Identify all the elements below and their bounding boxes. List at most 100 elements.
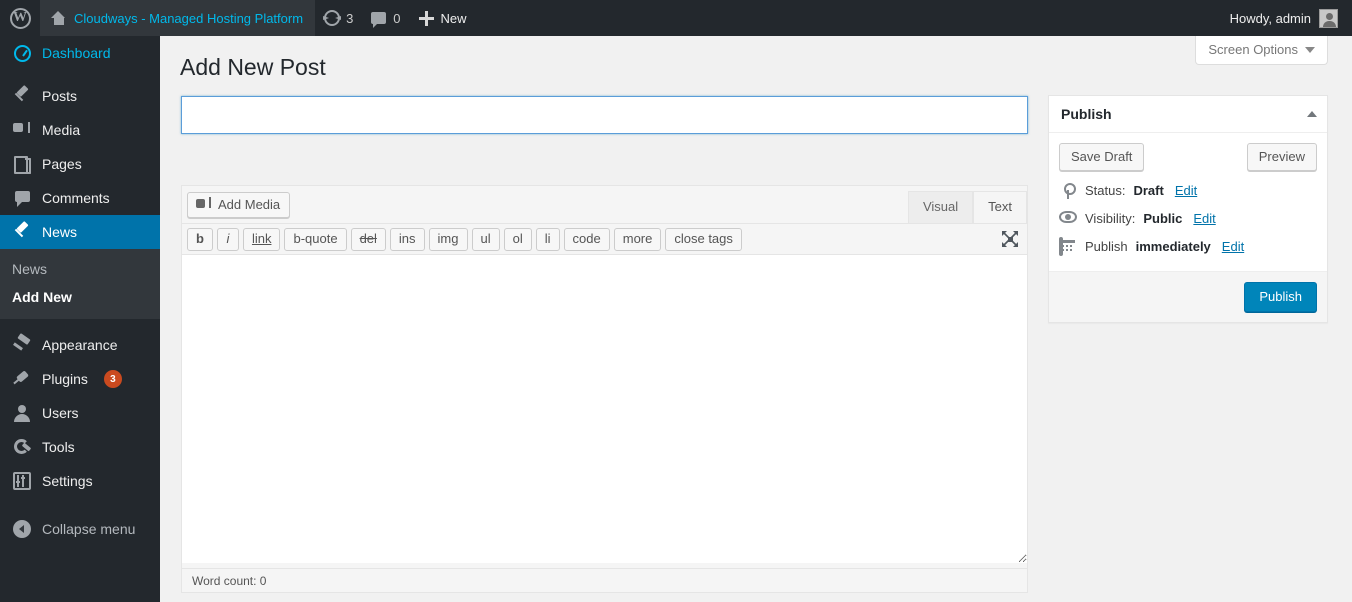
sidebar-item-plugins[interactable]: Plugins 3 bbox=[0, 362, 160, 396]
post-title-input[interactable] bbox=[181, 96, 1028, 134]
comments-button[interactable]: 0 bbox=[362, 0, 409, 36]
sidebar-item-comments[interactable]: Comments bbox=[0, 181, 160, 215]
menu-separator bbox=[0, 319, 160, 328]
account-menu[interactable]: Howdy, admin bbox=[1230, 0, 1352, 36]
tools-icon bbox=[12, 437, 32, 457]
tab-text[interactable]: Text bbox=[973, 191, 1027, 224]
sidebar-item-posts[interactable]: Posts bbox=[0, 79, 160, 113]
menu-separator bbox=[0, 70, 160, 79]
calendar-icon bbox=[1059, 238, 1077, 256]
main-content: Screen Options Add New Post Add Media Vi… bbox=[160, 36, 1352, 602]
pin-icon bbox=[12, 86, 32, 106]
collapse-menu-label: Collapse menu bbox=[42, 522, 135, 536]
quicktag-link[interactable]: link bbox=[243, 228, 281, 251]
post-title-wrap bbox=[181, 96, 1028, 134]
editor-toolbar: Add Media Visual Text bbox=[182, 186, 1027, 223]
sidebar-item-label: Settings bbox=[42, 474, 93, 488]
quicktag-italic[interactable]: i bbox=[217, 228, 239, 251]
updates-icon bbox=[324, 10, 340, 26]
sidebar-item-news[interactable]: News bbox=[0, 215, 160, 249]
add-media-button[interactable]: Add Media bbox=[187, 192, 290, 218]
editor-mode-tabs: Visual Text bbox=[908, 186, 1027, 223]
sidebar-item-label: Media bbox=[42, 123, 80, 137]
sidebar-item-label: Pages bbox=[42, 157, 82, 171]
collapse-menu-button[interactable]: Collapse menu bbox=[0, 512, 160, 546]
sidebar-item-tools[interactable]: Tools bbox=[0, 430, 160, 464]
quicktag-ul[interactable]: ul bbox=[472, 228, 500, 251]
quicktag-ol[interactable]: ol bbox=[504, 228, 532, 251]
sidebar-item-label: News bbox=[42, 225, 77, 239]
quicktag-del[interactable]: del bbox=[351, 228, 386, 251]
quicktag-close-tags[interactable]: close tags bbox=[665, 228, 742, 251]
submenu-item-news[interactable]: News bbox=[0, 255, 160, 283]
expand-icon[interactable] bbox=[1001, 230, 1019, 248]
avatar bbox=[1319, 9, 1338, 28]
quicktag-li[interactable]: li bbox=[536, 228, 560, 251]
schedule-edit-link[interactable]: Edit bbox=[1222, 238, 1244, 256]
preview-button[interactable]: Preview bbox=[1247, 143, 1317, 171]
publish-metabox: Publish Save Draft Preview Status: Draft… bbox=[1048, 95, 1328, 323]
post-content-textarea[interactable] bbox=[182, 255, 1027, 563]
updates-count: 3 bbox=[346, 11, 353, 26]
sidebar-submenu-news: News Add New bbox=[0, 249, 160, 319]
collapse-arrow-icon bbox=[12, 519, 32, 539]
status-value: Draft bbox=[1133, 182, 1163, 200]
tab-visual[interactable]: Visual bbox=[908, 191, 973, 224]
admin-sidebar: Dashboard Posts Media Pages Comments New… bbox=[0, 36, 160, 602]
comment-bubble-icon bbox=[371, 12, 386, 24]
page-title: Add New Post bbox=[180, 53, 326, 83]
sidebar-item-label: Dashboard bbox=[42, 46, 111, 60]
screen-options-button[interactable]: Screen Options bbox=[1195, 36, 1328, 65]
sidebar-item-label: Users bbox=[42, 406, 79, 420]
users-icon bbox=[12, 403, 32, 423]
sidebar-item-pages[interactable]: Pages bbox=[0, 147, 160, 181]
add-media-label: Add Media bbox=[218, 197, 280, 212]
publish-footer: Publish bbox=[1049, 271, 1327, 322]
submenu-item-add-new[interactable]: Add New bbox=[0, 283, 160, 311]
quicktag-b-quote[interactable]: b-quote bbox=[284, 228, 346, 251]
comment-icon bbox=[12, 188, 32, 208]
sidebar-item-label: Posts bbox=[42, 89, 77, 103]
quicktag-img[interactable]: img bbox=[429, 228, 468, 251]
schedule-value: immediately bbox=[1136, 238, 1211, 256]
admin-bar: W Cloudways - Managed Hosting Platform 3… bbox=[0, 0, 1352, 36]
sidebar-item-appearance[interactable]: Appearance bbox=[0, 328, 160, 362]
sidebar-item-users[interactable]: Users bbox=[0, 396, 160, 430]
status-edit-link[interactable]: Edit bbox=[1175, 182, 1197, 200]
publish-button[interactable]: Publish bbox=[1244, 282, 1317, 312]
sidebar-item-settings[interactable]: Settings bbox=[0, 464, 160, 498]
site-name-link[interactable]: Cloudways - Managed Hosting Platform bbox=[40, 0, 315, 36]
wordpress-logo-icon: W bbox=[10, 8, 31, 29]
quicktag-more[interactable]: more bbox=[614, 228, 662, 251]
quicktag-bold[interactable]: b bbox=[187, 228, 213, 251]
status-prefix: Status: bbox=[1085, 182, 1125, 200]
appearance-icon bbox=[12, 335, 32, 355]
schedule-row: Publish immediately Edit bbox=[1059, 233, 1317, 261]
sidebar-item-label: Plugins bbox=[42, 372, 88, 386]
plugins-update-badge: 3 bbox=[104, 370, 122, 388]
publish-misc-actions: Status: Draft Edit Visibility: Public Ed… bbox=[1049, 175, 1327, 271]
publish-metabox-header[interactable]: Publish bbox=[1049, 96, 1327, 133]
sidebar-item-dashboard[interactable]: Dashboard bbox=[0, 36, 160, 70]
wordpress-logo-button[interactable]: W bbox=[0, 0, 40, 36]
visibility-row: Visibility: Public Edit bbox=[1059, 205, 1317, 233]
quicktag-ins[interactable]: ins bbox=[390, 228, 425, 251]
sidebar-item-media[interactable]: Media bbox=[0, 113, 160, 147]
media-icon bbox=[12, 120, 32, 140]
chevron-down-icon bbox=[1305, 47, 1315, 53]
visibility-edit-link[interactable]: Edit bbox=[1193, 210, 1215, 228]
quicktag-code[interactable]: code bbox=[564, 228, 610, 251]
pages-icon bbox=[12, 154, 32, 174]
publish-metabox-title: Publish bbox=[1061, 106, 1112, 122]
updates-button[interactable]: 3 bbox=[315, 0, 362, 36]
publish-actions: Save Draft Preview bbox=[1049, 133, 1327, 175]
quicktags-toolbar: b i link b-quote del ins img ul ol li co… bbox=[182, 223, 1027, 255]
visibility-prefix: Visibility: bbox=[1085, 210, 1135, 228]
plugin-icon bbox=[12, 369, 32, 389]
word-count-label: Word count: 0 bbox=[192, 574, 266, 588]
sidebar-item-label: Tools bbox=[42, 440, 75, 454]
save-draft-button[interactable]: Save Draft bbox=[1059, 143, 1144, 171]
new-content-button[interactable]: New bbox=[410, 0, 476, 36]
chevron-up-icon[interactable] bbox=[1307, 111, 1317, 117]
site-name-label: Cloudways - Managed Hosting Platform bbox=[74, 11, 303, 26]
